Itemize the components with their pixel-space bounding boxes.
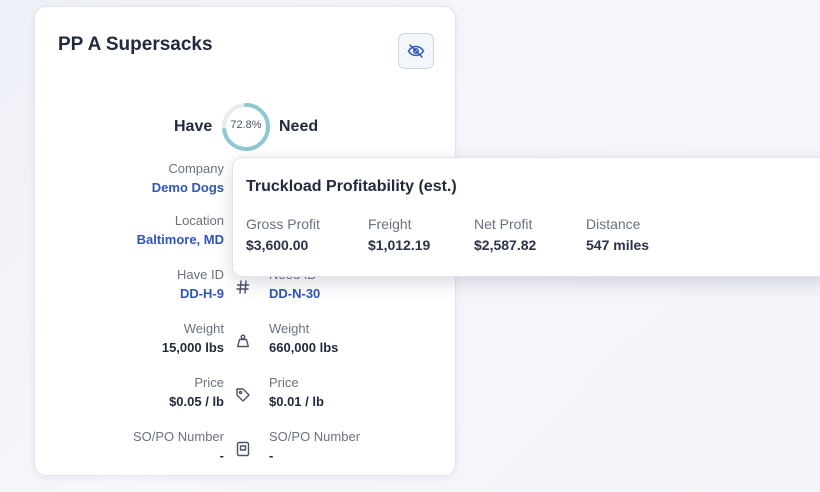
hide-button[interactable] xyxy=(398,33,434,69)
have-id-label: Have ID xyxy=(177,267,224,282)
gross-profit-metric: Gross Profit $3,600.00 xyxy=(246,215,320,256)
net-profit-value: $2,587.82 xyxy=(474,237,537,253)
need-weight-value: 660,000 lbs xyxy=(269,340,339,355)
have-sopo-value: - xyxy=(219,448,224,463)
freight-label: Freight xyxy=(368,216,412,232)
freight-metric: Freight $1,012.19 xyxy=(368,215,430,256)
have-price-value: $0.05 / lb xyxy=(169,394,224,409)
card-title: PP A Supersacks xyxy=(58,34,213,55)
location-value[interactable]: Baltimore, MD xyxy=(35,230,224,250)
eye-off-icon xyxy=(407,44,425,58)
location-field: Location Baltimore, MD xyxy=(35,212,224,250)
need-sopo-value: - xyxy=(269,448,274,463)
need-price-value: $0.01 / lb xyxy=(269,394,324,409)
weight-icon xyxy=(237,334,249,348)
have-id-field: Have ID DD-H-9 xyxy=(35,266,224,304)
distance-metric: Distance 547 miles xyxy=(586,215,649,256)
hash-icon xyxy=(236,280,250,294)
need-sopo-field: SO/PO Number - xyxy=(269,428,449,466)
distance-value: 547 miles xyxy=(586,237,650,253)
net-profit-label: Net Profit xyxy=(474,216,533,232)
have-weight-value: 15,000 lbs xyxy=(161,340,224,355)
have-price-field: Price $0.05 / lb xyxy=(35,374,224,412)
have-need-ratio: Have 72.8% Need xyxy=(35,102,455,152)
popover-title: Truckload Profitability (est.) xyxy=(246,178,457,195)
gross-profit-label: Gross Profit xyxy=(246,216,320,232)
have-price-label: Price xyxy=(194,375,224,390)
need-sopo-label: SO/PO Number xyxy=(269,429,361,444)
have-id-value[interactable]: DD-H-9 xyxy=(35,284,224,304)
have-sopo-field: SO/PO Number - xyxy=(35,428,224,466)
have-weight-label: Weight xyxy=(183,321,224,336)
freight-value: $1,012.19 xyxy=(368,237,431,253)
location-label: Location xyxy=(174,213,224,228)
net-profit-metric: Net Profit $2,587.82 xyxy=(474,215,536,256)
company-label: Company xyxy=(168,161,224,176)
distance-label: Distance xyxy=(586,216,641,232)
need-price-label: Price xyxy=(269,375,299,390)
company-field: Company Demo Dogs xyxy=(35,160,224,198)
document-icon xyxy=(236,441,250,457)
have-sopo-label: SO/PO Number xyxy=(132,429,224,444)
gross-profit-value: $3,600.00 xyxy=(246,237,309,253)
have-label: Have xyxy=(174,118,213,135)
profitability-popover: Truckload Profitability (est.) Gross Pro… xyxy=(232,157,820,277)
tag-icon xyxy=(236,388,250,402)
need-label: Need xyxy=(279,118,319,135)
fill-percent: 72.8% xyxy=(230,119,262,131)
need-weight-field: Weight 660,000 lbs xyxy=(269,320,449,358)
company-value[interactable]: Demo Dogs xyxy=(35,178,224,198)
need-price-field: Price $0.01 / lb xyxy=(269,374,449,412)
need-id-value[interactable]: DD-N-30 xyxy=(269,284,449,304)
have-weight-field: Weight 15,000 lbs xyxy=(35,320,224,358)
need-weight-label: Weight xyxy=(269,321,310,336)
